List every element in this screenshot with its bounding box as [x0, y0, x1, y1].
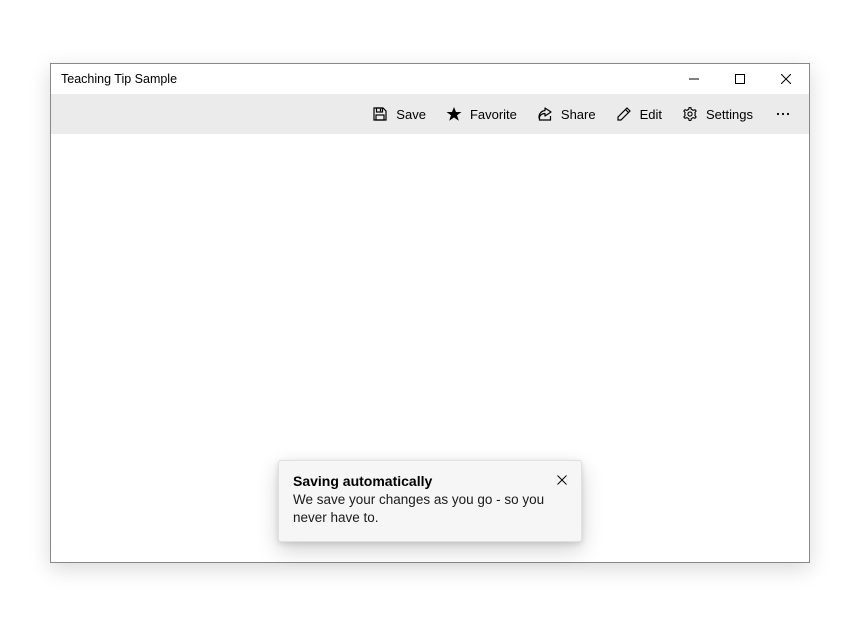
- content-area: Saving automatically We save your change…: [51, 134, 809, 562]
- favorite-label: Favorite: [470, 107, 517, 122]
- share-icon: [537, 106, 553, 122]
- minimize-icon: [689, 74, 699, 84]
- more-icon: [775, 106, 791, 122]
- edit-icon: [616, 106, 632, 122]
- titlebar: Teaching Tip Sample: [51, 64, 809, 94]
- close-button[interactable]: [763, 64, 809, 94]
- more-button[interactable]: [763, 96, 803, 132]
- edit-button[interactable]: Edit: [606, 96, 672, 132]
- app-window: Teaching Tip Sample Save: [50, 63, 810, 563]
- window-controls: [671, 64, 809, 94]
- save-icon: [372, 106, 388, 122]
- close-icon: [781, 74, 791, 84]
- star-icon: [446, 106, 462, 122]
- gear-icon: [682, 106, 698, 122]
- save-label: Save: [396, 107, 426, 122]
- maximize-icon: [735, 74, 745, 84]
- minimize-button[interactable]: [671, 64, 717, 94]
- close-icon: [557, 475, 567, 485]
- share-button[interactable]: Share: [527, 96, 606, 132]
- maximize-button[interactable]: [717, 64, 763, 94]
- save-button[interactable]: Save: [362, 96, 436, 132]
- teaching-tip-title: Saving automatically: [293, 473, 567, 489]
- teaching-tip: Saving automatically We save your change…: [278, 460, 582, 542]
- favorite-button[interactable]: Favorite: [436, 96, 527, 132]
- share-label: Share: [561, 107, 596, 122]
- settings-label: Settings: [706, 107, 753, 122]
- teaching-tip-subtitle: We save your changes as you go - so you …: [293, 491, 567, 527]
- window-title: Teaching Tip Sample: [61, 72, 671, 86]
- command-bar: Save Favorite Share E: [51, 94, 809, 134]
- teaching-tip-close-button[interactable]: [549, 467, 575, 493]
- edit-label: Edit: [640, 107, 662, 122]
- settings-button[interactable]: Settings: [672, 96, 763, 132]
